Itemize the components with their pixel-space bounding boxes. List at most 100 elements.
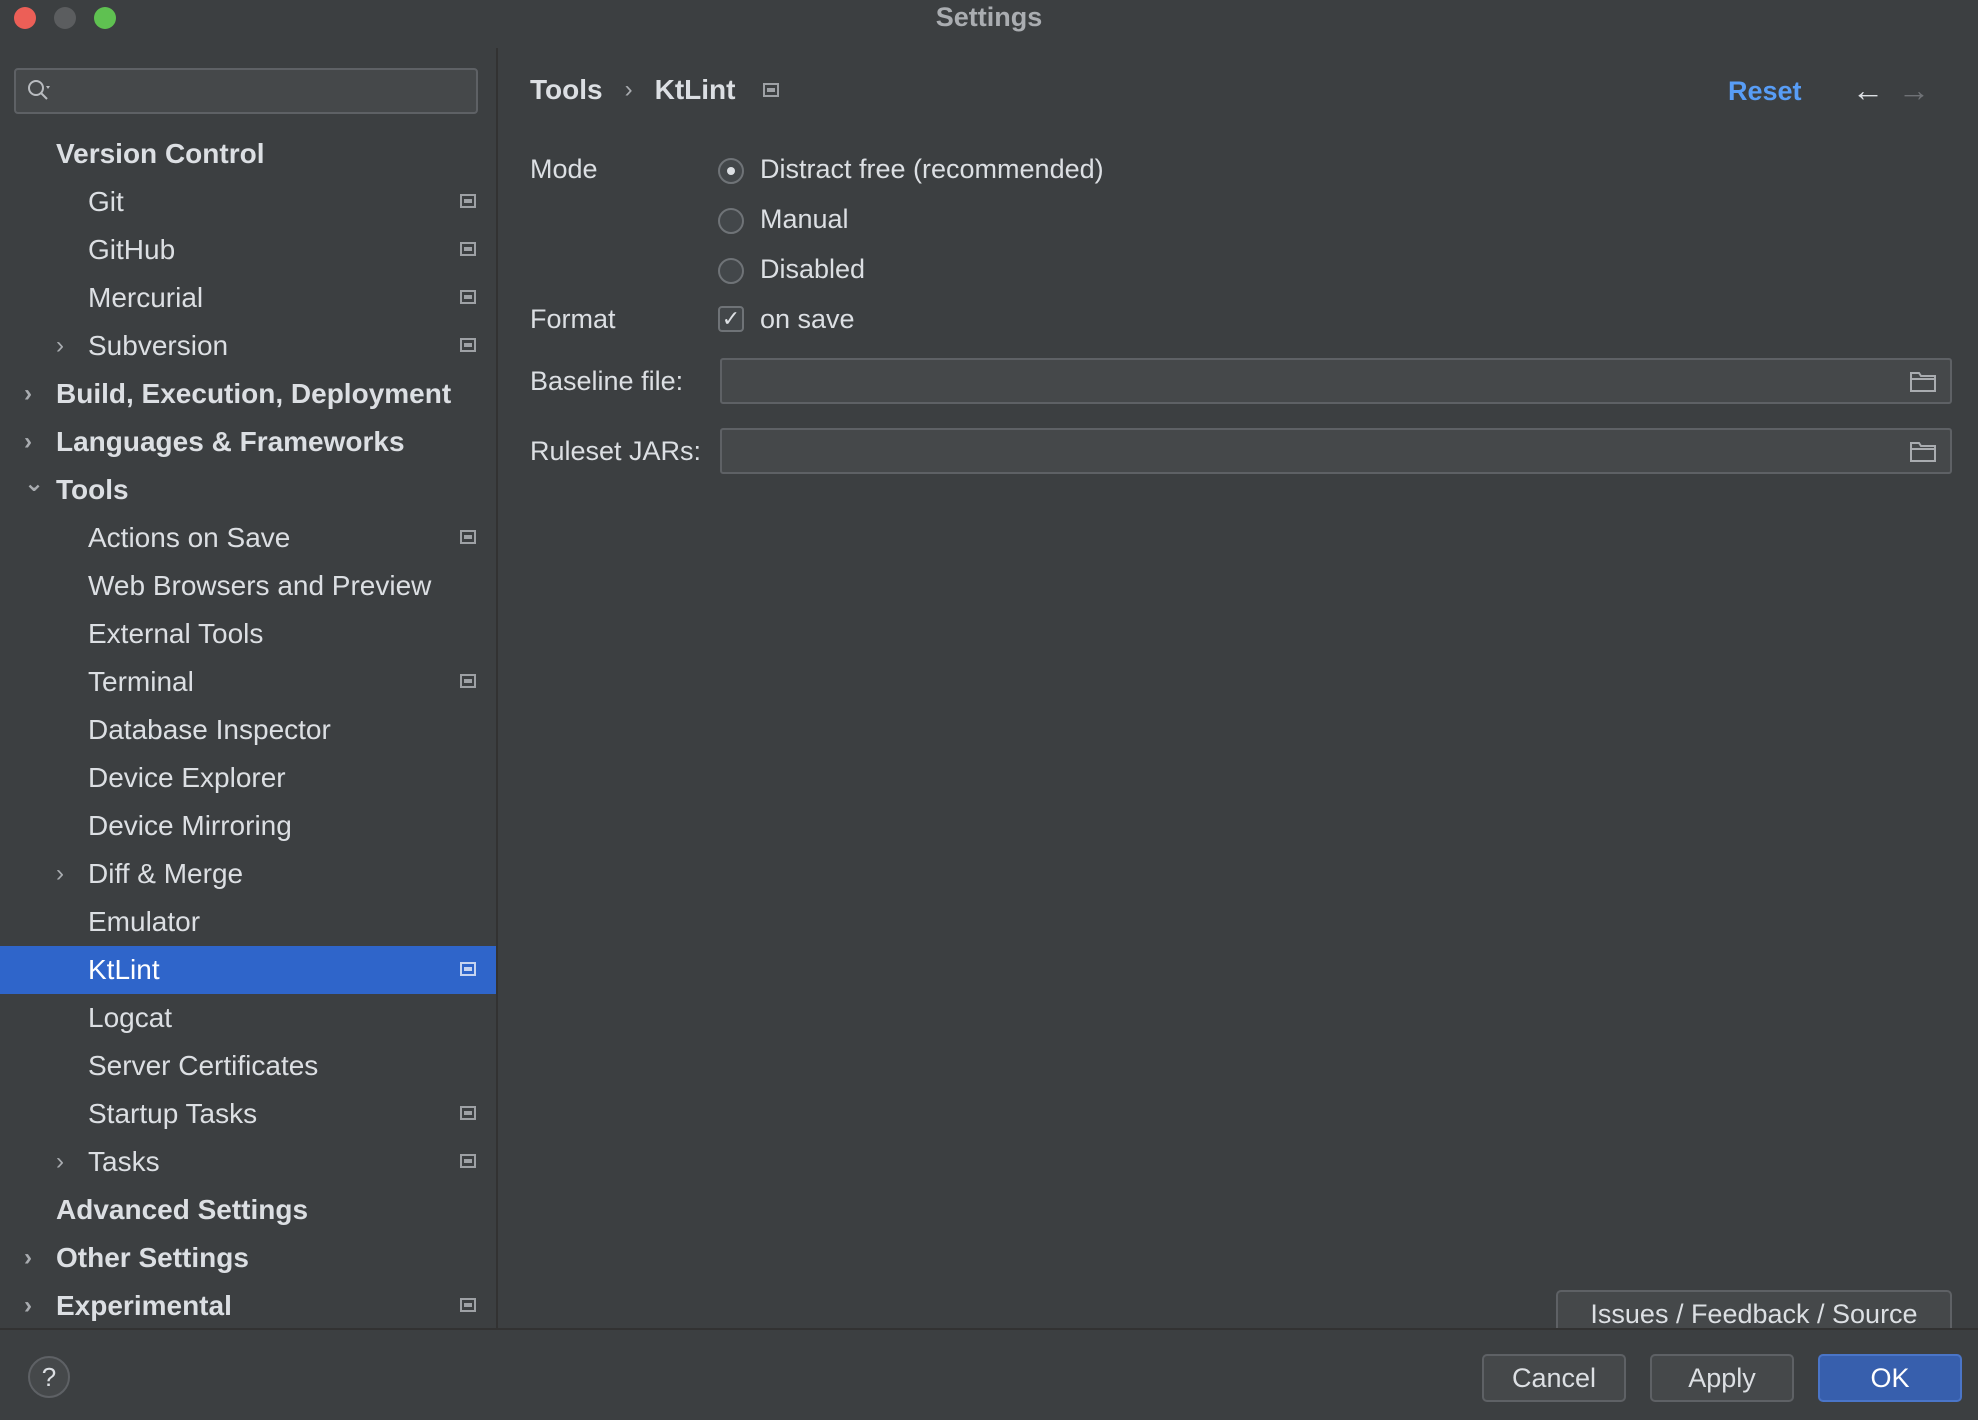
sidebar-item-mercurial[interactable]: Mercurial (0, 274, 496, 322)
sidebar-item-device-explorer[interactable]: Device Explorer (0, 754, 496, 802)
format-label: Format (530, 304, 616, 334)
chevron-down-icon[interactable]: ⌄ (24, 466, 44, 514)
folder-icon[interactable] (1910, 370, 1936, 392)
chevron-right-icon[interactable]: › (24, 1282, 44, 1330)
sidebar-item-subversion[interactable]: › Subversion (0, 322, 496, 370)
format-on-save-label[interactable]: on save (760, 304, 855, 335)
breadcrumb-separator: › (624, 76, 633, 103)
settings-sidebar: Version Control Git GitHub Mercurial › Subver… (0, 48, 496, 1328)
sidebar-item-database-inspector[interactable]: Database Inspector (0, 706, 496, 754)
sidebar-item-tools[interactable]: ⌄ Tools (0, 466, 496, 514)
dialog-footer: ? Cancel Apply OK (0, 1328, 1978, 1420)
sidebar-item-tasks[interactable]: › Tasks (0, 1138, 496, 1186)
breadcrumb: Tools › KtLint (530, 74, 780, 106)
sidebar-item-label: Emulator (88, 906, 201, 937)
baseline-file-label: Baseline file: (530, 366, 684, 396)
sidebar-item-label: Experimental (56, 1290, 232, 1321)
sidebar-item-label: GitHub (88, 234, 176, 265)
sidebar-item-label: Device Explorer (88, 762, 286, 793)
help-button[interactable]: ? (28, 1356, 70, 1398)
chevron-right-icon[interactable]: › (24, 1234, 44, 1282)
sidebar-item-build-execution-deployment[interactable]: › Build, Execution, Deployment (0, 370, 496, 418)
apply-button[interactable]: Apply (1650, 1354, 1794, 1402)
sidebar-item-logcat[interactable]: Logcat (0, 994, 496, 1042)
mode-distract-free-label[interactable]: Distract free (recommended) (760, 154, 1104, 185)
sidebar-item-label: Languages & Frameworks (56, 426, 405, 457)
sidebar-item-diff-merge[interactable]: › Diff & Merge (0, 850, 496, 898)
chevron-right-icon[interactable]: › (56, 1138, 76, 1186)
sidebar-item-label: Tools (56, 474, 129, 505)
ruleset-jars-input[interactable] (720, 428, 1952, 474)
mode-disabled-label[interactable]: Disabled (760, 254, 865, 285)
sidebar-item-device-mirroring[interactable]: Device Mirroring (0, 802, 496, 850)
project-scope-icon (460, 194, 476, 208)
sidebar-item-server-certificates[interactable]: Server Certificates (0, 1042, 496, 1090)
chevron-right-icon[interactable]: › (56, 322, 76, 370)
title-bar: Settings (0, 0, 1978, 34)
cancel-button[interactable]: Cancel (1482, 1354, 1626, 1402)
sidebar-item-label: Server Certificates (88, 1050, 319, 1081)
project-scope-icon (460, 1154, 476, 1168)
window-title: Settings (935, 2, 1043, 32)
sidebar-item-label: Git (88, 186, 124, 217)
project-scope-icon (460, 1106, 476, 1120)
sidebar-item-external-tools[interactable]: External Tools (0, 610, 496, 658)
sidebar-item-label: Tasks (88, 1146, 160, 1177)
sidebar-item-web-browsers-and-preview[interactable]: Web Browsers and Preview (0, 562, 496, 610)
sidebar-item-ktlint[interactable]: KtLint (0, 946, 496, 994)
settings-content: Tools › KtLint Reset ← → Mode Distract f… (498, 48, 1978, 1338)
mode-disabled-radio[interactable] (718, 258, 744, 284)
sidebar-item-label: Logcat (88, 1002, 173, 1033)
sidebar-item-label: Web Browsers and Preview (88, 570, 432, 601)
back-arrow-icon[interactable]: ← (1852, 72, 1884, 109)
project-scope-icon (460, 530, 476, 544)
settings-tree: Version Control Git GitHub Mercurial › Subver… (0, 130, 496, 1330)
project-scope-icon (460, 674, 476, 688)
chevron-right-icon[interactable]: › (24, 370, 44, 418)
ruleset-jars-label: Ruleset JARs: (530, 436, 702, 466)
forward-arrow-icon[interactable]: → (1898, 72, 1930, 109)
sidebar-item-emulator[interactable]: Emulator (0, 898, 496, 946)
project-scope-icon (460, 242, 476, 256)
baseline-file-input[interactable] (720, 358, 1952, 404)
settings-search-input[interactable] (14, 68, 478, 114)
breadcrumb-current: KtLint (654, 74, 736, 105)
sidebar-item-label: Diff & Merge (88, 858, 244, 889)
sidebar-item-github[interactable]: GitHub (0, 226, 496, 274)
breadcrumb-parent[interactable]: Tools (530, 74, 603, 106)
mode-label: Mode (530, 154, 598, 184)
sidebar-item-languages-frameworks[interactable]: › Languages & Frameworks (0, 418, 496, 466)
mode-manual-radio[interactable] (718, 208, 744, 234)
chevron-right-icon[interactable]: › (24, 418, 44, 466)
sidebar-item-startup-tasks[interactable]: Startup Tasks (0, 1090, 496, 1138)
sidebar-item-git[interactable]: Git (0, 178, 496, 226)
sidebar-item-label: External Tools (88, 618, 264, 649)
sidebar-item-label: Device Mirroring (88, 810, 292, 841)
project-scope-icon (460, 1298, 476, 1312)
mode-distract-free-radio[interactable] (718, 158, 744, 184)
chevron-right-icon[interactable]: › (56, 850, 76, 898)
reset-link[interactable]: Reset (1728, 76, 1802, 107)
format-on-save-checkbox[interactable]: ✓ (718, 306, 744, 332)
sidebar-item-label: KtLint (88, 954, 160, 985)
sidebar-item-version-control[interactable]: Version Control (0, 130, 496, 178)
sidebar-item-terminal[interactable]: Terminal (0, 658, 496, 706)
sidebar-item-label: Version Control (56, 138, 265, 169)
sidebar-item-experimental[interactable]: › Experimental (0, 1282, 496, 1330)
sidebar-item-label: Advanced Settings (56, 1194, 309, 1225)
project-scope-icon (460, 338, 476, 352)
sidebar-item-other-settings[interactable]: › Other Settings (0, 1234, 496, 1282)
folder-icon[interactable] (1910, 440, 1936, 462)
sidebar-item-advanced-settings[interactable]: Advanced Settings (0, 1186, 496, 1234)
ok-button[interactable]: OK (1818, 1354, 1962, 1402)
sidebar-item-label: Other Settings (56, 1242, 249, 1273)
sidebar-item-label: Subversion (88, 330, 229, 361)
sidebar-item-label: Database Inspector (88, 714, 331, 745)
project-scope-icon (763, 83, 780, 97)
sidebar-item-label: Mercurial (88, 282, 204, 313)
sidebar-item-actions-on-save[interactable]: Actions on Save (0, 514, 496, 562)
sidebar-item-label: Build, Execution, Deployment (56, 378, 452, 409)
mode-manual-label[interactable]: Manual (760, 204, 849, 235)
project-scope-icon (460, 290, 476, 304)
sidebar-item-label: Startup Tasks (88, 1098, 258, 1129)
